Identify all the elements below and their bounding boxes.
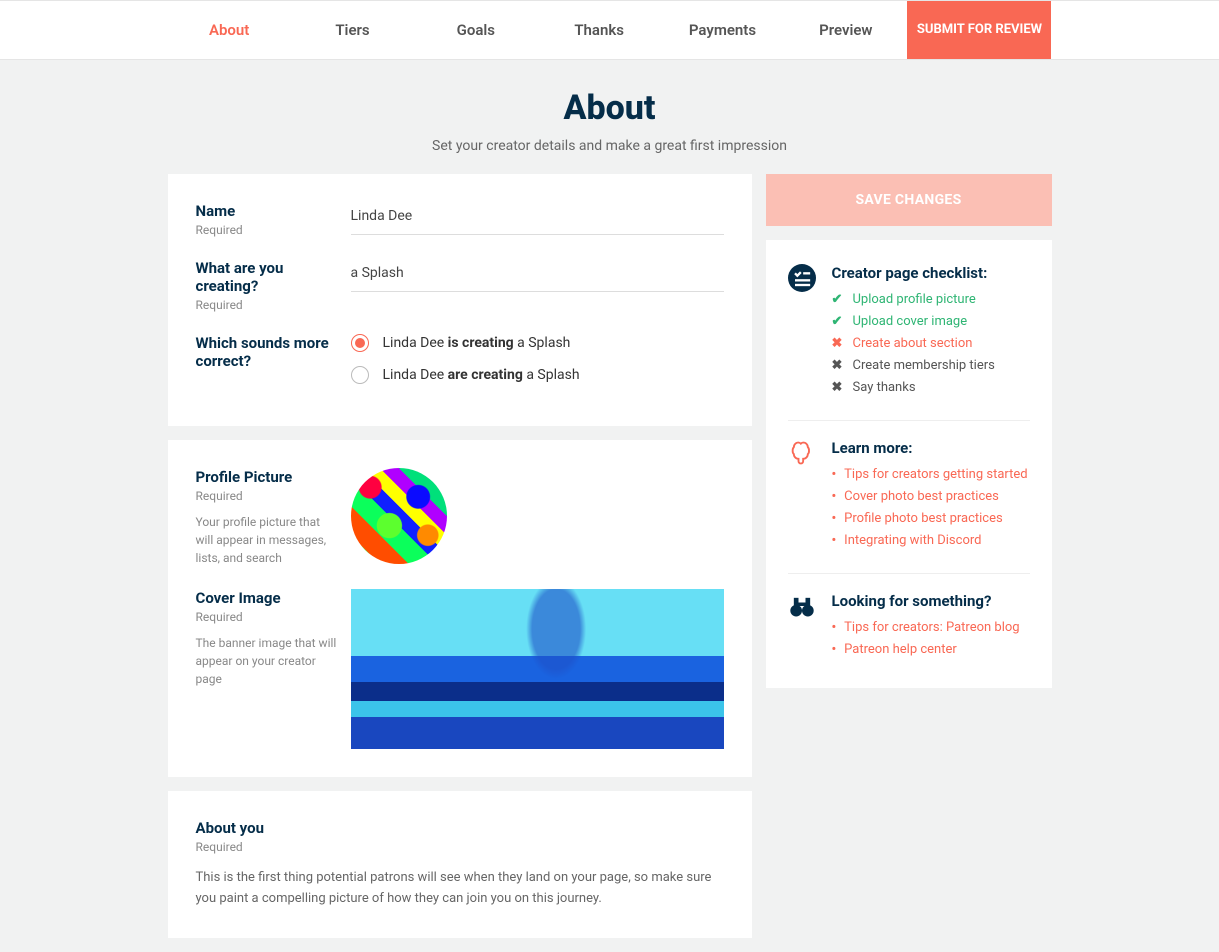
learn-more-title: Learn more:	[832, 439, 1030, 457]
page-title: About	[0, 88, 1219, 128]
looking-for-link[interactable]: Tips for creators: Patreon blog	[832, 620, 1030, 635]
save-changes-button[interactable]: SAVE CHANGES	[766, 174, 1052, 226]
tab-thanks[interactable]: Thanks	[537, 1, 660, 59]
tab-payments[interactable]: Payments	[661, 1, 784, 59]
looking-for-section: Looking for something? Tips for creators…	[788, 592, 1030, 664]
binoculars-icon	[788, 592, 818, 664]
x-icon: ✖	[832, 336, 845, 351]
looking-for-link[interactable]: Patreon help center	[832, 642, 1030, 657]
creating-input[interactable]	[351, 259, 724, 292]
profile-pic-label: Profile Picture	[196, 468, 337, 486]
checklist-icon	[788, 264, 818, 402]
sounds-option-are[interactable]: Linda Dee are creating a Splash	[351, 366, 724, 384]
sounds-option-is[interactable]: Linda Dee is creating a Splash	[351, 334, 724, 352]
checklist-item: ✔Upload profile picture	[832, 292, 1030, 307]
tab-preview[interactable]: Preview	[784, 1, 907, 59]
name-required: Required	[196, 223, 337, 237]
cover-image-preview[interactable]	[351, 589, 724, 749]
radio-selected-icon	[351, 334, 369, 352]
checklist-item: ✖Say thanks	[832, 380, 1030, 395]
sidebar-card: Creator page checklist: ✔Upload profile …	[766, 240, 1052, 688]
learn-more-section: Learn more: Tips for creators getting st…	[788, 439, 1030, 574]
profile-picture-preview[interactable]	[351, 468, 447, 564]
learn-more-link[interactable]: Cover photo best practices	[832, 489, 1030, 504]
checklist-item: ✔Upload cover image	[832, 314, 1030, 329]
checklist-section: Creator page checklist: ✔Upload profile …	[788, 264, 1030, 421]
about-you-description: This is the first thing potential patron…	[196, 868, 724, 910]
creating-label: What are you creating?	[196, 259, 337, 295]
submit-for-review-button[interactable]: SUBMIT FOR REVIEW	[907, 1, 1051, 59]
profile-pic-help: Your profile picture that will appear in…	[196, 513, 337, 567]
profile-pic-required: Required	[196, 489, 337, 503]
checklist-title: Creator page checklist:	[832, 264, 1030, 282]
creating-required: Required	[196, 298, 337, 312]
looking-for-title: Looking for something?	[832, 592, 1030, 610]
about-you-required: Required	[196, 840, 724, 854]
check-icon: ✔	[832, 314, 845, 329]
about-you-label: About you	[196, 819, 724, 837]
x-icon: ✖	[832, 380, 845, 395]
checklist-item[interactable]: ✖Create about section	[832, 336, 1030, 351]
basics-card: Name Required What are you creating? Req…	[168, 174, 752, 426]
check-icon: ✔	[832, 292, 845, 307]
page-header: About Set your creator details and make …	[0, 60, 1219, 174]
page-subtitle: Set your creator details and make a grea…	[0, 138, 1219, 154]
checklist-item: ✖Create membership tiers	[832, 358, 1030, 373]
cover-image-label: Cover Image	[196, 589, 337, 607]
learn-more-link[interactable]: Integrating with Discord	[832, 533, 1030, 548]
about-you-card: About you Required This is the first thi…	[168, 791, 752, 938]
name-label: Name	[196, 202, 337, 220]
cover-image-required: Required	[196, 610, 337, 624]
tab-tiers[interactable]: Tiers	[291, 1, 414, 59]
radio-unselected-icon	[351, 366, 369, 384]
sounds-label: Which sounds more correct?	[196, 334, 337, 370]
x-icon: ✖	[832, 358, 845, 373]
name-input[interactable]	[351, 202, 724, 235]
images-card: Profile Picture Required Your profile pi…	[168, 440, 752, 777]
learn-more-link[interactable]: Profile photo best practices	[832, 511, 1030, 526]
tab-about[interactable]: About	[168, 1, 291, 59]
brain-icon	[788, 439, 818, 555]
cover-image-help: The banner image that will appear on you…	[196, 634, 337, 688]
learn-more-link[interactable]: Tips for creators getting started	[832, 467, 1030, 482]
tab-goals[interactable]: Goals	[414, 1, 537, 59]
top-tab-bar: About Tiers Goals Thanks Payments Previe…	[0, 0, 1219, 60]
